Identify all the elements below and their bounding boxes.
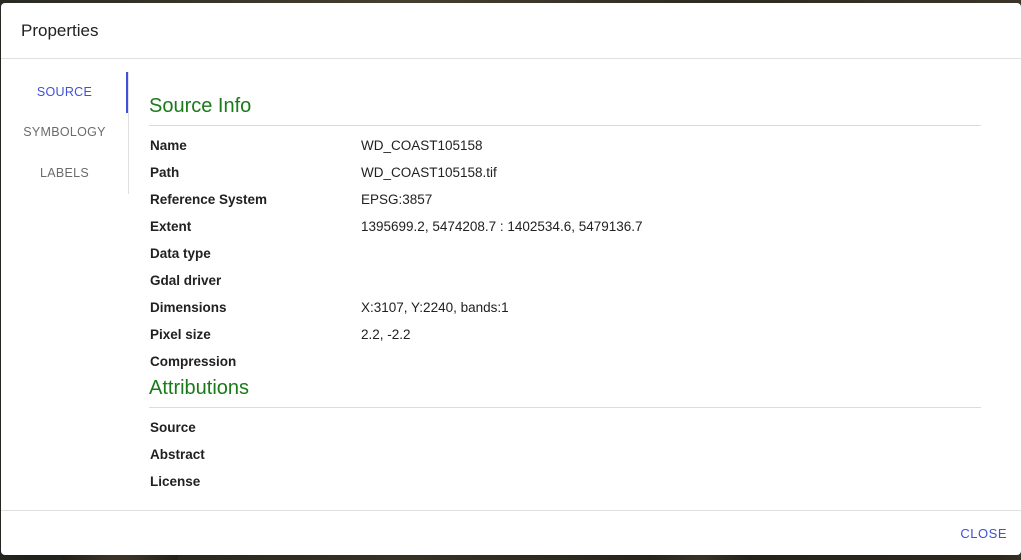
close-button[interactable]: CLOSE xyxy=(960,526,1007,541)
property-label: Source xyxy=(150,420,196,435)
property-value: WD_COAST105158.tif xyxy=(361,165,497,180)
property-row-name: Name WD_COAST105158 xyxy=(149,132,981,159)
property-value: EPSG:3857 xyxy=(361,192,433,207)
property-label: License xyxy=(150,474,201,489)
property-label: Abstract xyxy=(150,447,205,462)
source-panel: Source Info Name WD_COAST105158 Path WD_… xyxy=(149,93,981,495)
property-row-path: Path WD_COAST105158.tif xyxy=(149,159,981,186)
property-value: X:3107, Y:2240, bands:1 xyxy=(361,300,509,315)
dialog-title: Properties xyxy=(21,21,99,40)
property-value: 1395699.2, 5474208.7 : 1402534.6, 547913… xyxy=(361,219,643,234)
tab-labels[interactable]: LABELS xyxy=(1,153,128,193)
property-label: Data type xyxy=(150,246,211,261)
dialog-header: Properties xyxy=(1,3,1021,59)
property-label: Path xyxy=(150,165,180,180)
property-label: Gdal driver xyxy=(150,273,222,288)
property-row-gdal-driver: Gdal driver xyxy=(149,267,981,294)
tab-list: SOURCE SYMBOLOGY LABELS xyxy=(1,72,129,194)
attributions-title: Attributions xyxy=(149,375,981,408)
property-row-dimensions: Dimensions X:3107, Y:2240, bands:1 xyxy=(149,294,981,321)
properties-dialog: Properties SOURCE SYMBOLOGY LABELS Sourc… xyxy=(1,3,1021,555)
dialog-footer: CLOSE xyxy=(1,510,1021,556)
property-row-compression: Compression xyxy=(149,348,981,375)
property-row-reference-system: Reference System EPSG:3857 xyxy=(149,186,981,213)
property-row-source: Source xyxy=(149,414,981,441)
property-row-data-type: Data type xyxy=(149,240,981,267)
property-row-extent: Extent 1395699.2, 5474208.7 : 1402534.6,… xyxy=(149,213,981,240)
property-label: Reference System xyxy=(150,192,268,207)
property-row-abstract: Abstract xyxy=(149,441,981,468)
property-label: Dimensions xyxy=(150,300,227,315)
property-row-license: License xyxy=(149,468,981,495)
tab-symbology[interactable]: SYMBOLOGY xyxy=(1,112,128,152)
property-value: 2.2, -2.2 xyxy=(361,327,411,342)
tab-source[interactable]: SOURCE xyxy=(1,72,128,112)
active-tab-indicator xyxy=(126,72,128,113)
property-label: Name xyxy=(150,138,187,153)
property-value: WD_COAST105158 xyxy=(361,138,483,153)
property-label: Extent xyxy=(150,219,192,234)
property-label: Pixel size xyxy=(150,327,211,342)
property-label: Compression xyxy=(150,354,237,369)
property-row-pixel-size: Pixel size 2.2, -2.2 xyxy=(149,321,981,348)
source-info-title: Source Info xyxy=(149,93,981,126)
